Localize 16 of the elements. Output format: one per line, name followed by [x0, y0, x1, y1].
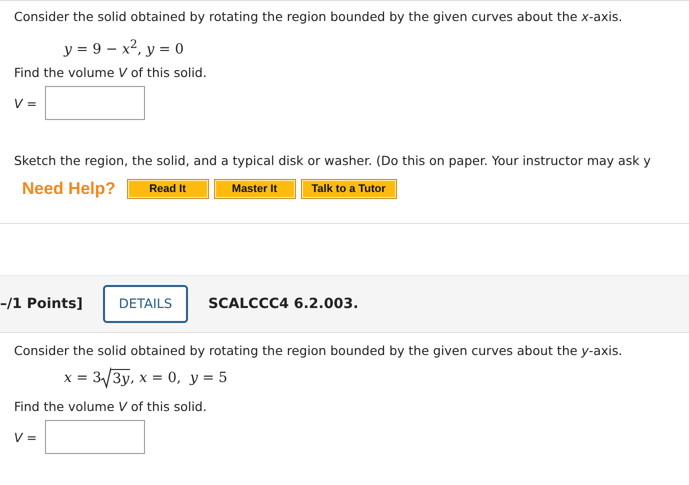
question-prompt: Consider the solid obtained by rotating the region bounded by the given curves about the x-axis.: [14, 8, 624, 24]
instruction-text: Find the volume V of this solid.: [14, 64, 208, 80]
answer-label: V =: [14, 430, 38, 444]
answer-label: V =: [14, 96, 38, 110]
question-prompt: Consider the solid obtained by rotating the region bounded by the given curves about the y-axis.: [14, 342, 624, 358]
sketch-instruction: Sketch the region, the solid, and a typical disk or washer. (Do this on paper. Your instructor may ask y: [14, 152, 652, 168]
need-help-label: Need Help?: [22, 179, 116, 199]
help-button[interactable]: Read It: [126, 179, 209, 199]
equation: x = 3 3y, x = 0, y = 5: [64, 367, 228, 389]
equation: y = 9 − x$^{2}$, y = 0: [64, 36, 184, 60]
question-code: SCALCCC4 6.2.003.: [208, 296, 358, 312]
instruction-text: Find the volume V of this solid.: [14, 398, 208, 414]
details-button[interactable]: DETAILS: [102, 285, 188, 323]
help-button[interactable]: Master It: [214, 179, 296, 199]
help-button[interactable]: Talk to a Tutor: [300, 179, 397, 199]
points-label: –/1 Points]: [0, 296, 83, 312]
